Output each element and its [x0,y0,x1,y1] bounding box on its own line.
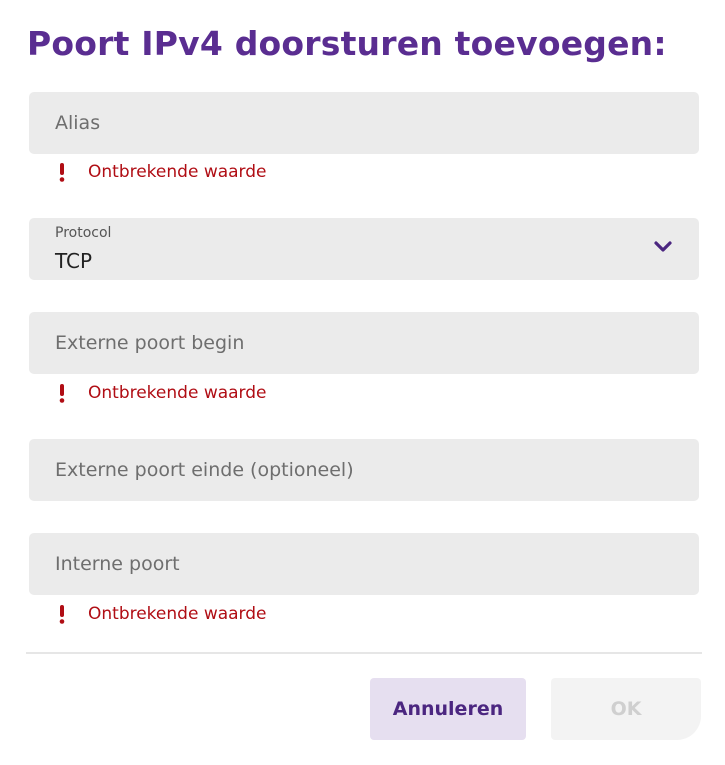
internal-port-field[interactable] [29,533,699,595]
alias-field[interactable] [29,92,699,154]
external-port-end-field[interactable] [29,439,699,501]
error-icon [59,384,65,403]
internal-port-error-text: Ontbrekende waarde [88,604,267,624]
protocol-label: Protocol [55,225,112,241]
footer-divider [26,652,702,654]
error-icon [59,163,65,182]
external-port-end-input[interactable] [29,439,699,501]
alias-input[interactable] [29,92,699,154]
error-icon [59,605,65,624]
cancel-button[interactable]: Annuleren [370,678,526,740]
external-port-start-error: Ontbrekende waarde [55,381,267,405]
external-port-start-error-text: Ontbrekende waarde [88,383,267,403]
ok-button[interactable]: OK [551,678,701,740]
external-port-start-input[interactable] [29,312,699,374]
chevron-down-icon[interactable] [653,240,673,254]
add-port-forwarding-dialog: Poort IPv4 doorsturen toevoegen: Ontbrek… [0,0,725,765]
alias-error-text: Ontbrekende waarde [88,162,267,182]
protocol-value: TCP [55,249,93,273]
dialog-title: Poort IPv4 doorsturen toevoegen: [27,24,667,63]
alias-error: Ontbrekende waarde [55,160,267,184]
external-port-start-field[interactable] [29,312,699,374]
internal-port-input[interactable] [29,533,699,595]
protocol-select[interactable]: Protocol TCP [29,218,699,280]
internal-port-error: Ontbrekende waarde [55,602,267,626]
